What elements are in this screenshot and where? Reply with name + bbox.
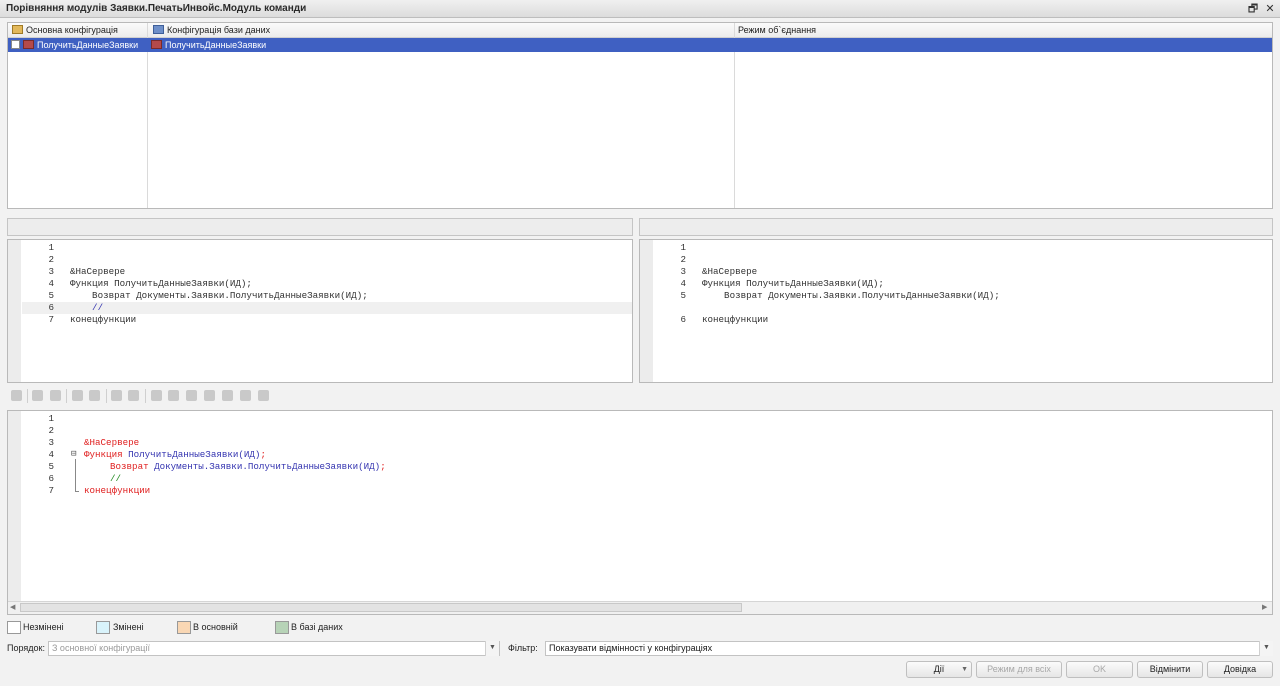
col-header-main-config[interactable]: Основна конфігурація [12, 23, 147, 37]
right-pane-header [639, 218, 1273, 236]
filter-label: Фільтр: [508, 643, 538, 653]
toolbar-divider [66, 389, 67, 403]
cancel-button[interactable]: Відмінити [1137, 661, 1203, 678]
legend-label-db: В базі даних [291, 622, 343, 632]
outdent-icon[interactable] [186, 390, 197, 401]
table-row[interactable]: ПолучитьДанныеЗаявки ПолучитьДанныеЗаявк… [8, 38, 1272, 52]
order-select[interactable]: З основної конфігурації [48, 641, 500, 656]
toolbar-divider [27, 389, 28, 403]
window-title: Порівняння модулів Заявки.ПечатьИнвойс.М… [6, 3, 307, 14]
merge-result-editor[interactable]: 1 2 3 &НаСервере 4 ⊟ Функция ПолучитьДан… [7, 410, 1273, 615]
cell-main-module: ПолучитьДанныеЗаявки [11, 38, 145, 52]
paste-icon[interactable] [128, 390, 139, 401]
module-compare-table[interactable]: Основна конфігурація Конфігурація бази д… [7, 22, 1273, 209]
col-header-merge-mode[interactable]: Режим об`єднання [738, 23, 1038, 37]
legend-swatch-db [275, 621, 289, 634]
module-icon [23, 40, 34, 49]
code-gutter [640, 240, 653, 382]
right-code-pane[interactable]: 1 2 3 &НаСервере 4 Функция ПолучитьДанныеЗ… [639, 239, 1273, 383]
scrollbar-thumb[interactable] [20, 603, 742, 612]
filter-dropdown-icon[interactable]: ▼ [1259, 641, 1273, 656]
left-code-pane[interactable]: 1 2 3 &НаСервере 4 Функция ПолучитьДанныеЗ… [7, 239, 633, 383]
filter-select[interactable]: Показувати відмінності у конфігураціях [545, 641, 1273, 656]
uncomment-icon[interactable] [222, 390, 233, 401]
code-gutter [8, 240, 21, 382]
table-header: Основна конфігурація Конфігурація бази д… [8, 23, 1272, 38]
database-icon [153, 25, 164, 34]
format-block-icon[interactable] [151, 390, 162, 401]
cell-db-module: ПолучитьДанныеЗаявки [151, 38, 731, 52]
toolbar-divider [106, 389, 107, 403]
left-code-lines: 1 2 3 &НаСервере 4 Функция ПолучитьДанныеЗ… [48, 242, 368, 325]
previous-difference-icon[interactable] [89, 390, 100, 401]
fold-guide [75, 459, 76, 491]
order-label: Порядок: [7, 643, 45, 653]
order-dropdown-icon[interactable]: ▼ [485, 641, 499, 656]
left-pane-header [7, 218, 633, 236]
result-code-lines: 1 2 3 &НаСервере 4 ⊟ Функция ПолучитьДан… [48, 413, 386, 496]
legend-label-main: В основній [193, 622, 238, 632]
arrow-up-icon[interactable] [50, 390, 61, 401]
legend-label-changed: Змінені [113, 622, 144, 632]
legend-swatch-unchanged [7, 621, 21, 634]
help-button[interactable]: Довідка [1207, 661, 1273, 678]
cell-merge-mode[interactable] [738, 38, 1038, 52]
arrow-down-icon[interactable] [32, 390, 43, 401]
indent-icon[interactable] [168, 390, 179, 401]
toolbar-divider [145, 389, 146, 403]
scroll-right-icon[interactable]: ▶ [1262, 603, 1267, 611]
merge-mode-all-button[interactable]: Режим для всіх [976, 661, 1062, 678]
next-difference-icon[interactable] [72, 390, 83, 401]
restore-window-icon[interactable]: 🗗 [1246, 2, 1260, 16]
code-gutter [8, 411, 21, 614]
save-icon[interactable] [11, 390, 22, 401]
unwrap-icon[interactable] [258, 390, 269, 401]
wrap-icon[interactable] [240, 390, 251, 401]
actions-button[interactable]: Дії ▼ [906, 661, 972, 678]
col-header-db-config[interactable]: Конфігурація бази даних [153, 23, 733, 37]
legend-swatch-main [177, 621, 191, 634]
ok-button[interactable]: OK [1066, 661, 1133, 678]
config-icon [12, 25, 23, 34]
scroll-left-icon[interactable]: ◀ [10, 603, 15, 611]
legend-swatch-changed [96, 621, 110, 634]
merge-checkbox[interactable] [11, 40, 20, 49]
fold-guide-end [75, 491, 79, 492]
comment-icon[interactable] [204, 390, 215, 401]
right-code-lines: 1 2 3 &НаСервере 4 Функция ПолучитьДанныеЗ… [680, 242, 1000, 325]
close-window-icon[interactable]: ✕ [1263, 2, 1277, 16]
module-icon [151, 40, 162, 49]
window-titlebar: Порівняння модулів Заявки.ПечатьИнвойс.М… [0, 0, 1280, 18]
legend-label-unchanged: Незмінені [23, 622, 64, 632]
chevron-down-icon: ▼ [961, 666, 968, 673]
horizontal-scrollbar[interactable]: ◀ ▶ [8, 601, 1272, 614]
current-line-highlight [22, 302, 632, 314]
copy-icon[interactable] [111, 390, 122, 401]
